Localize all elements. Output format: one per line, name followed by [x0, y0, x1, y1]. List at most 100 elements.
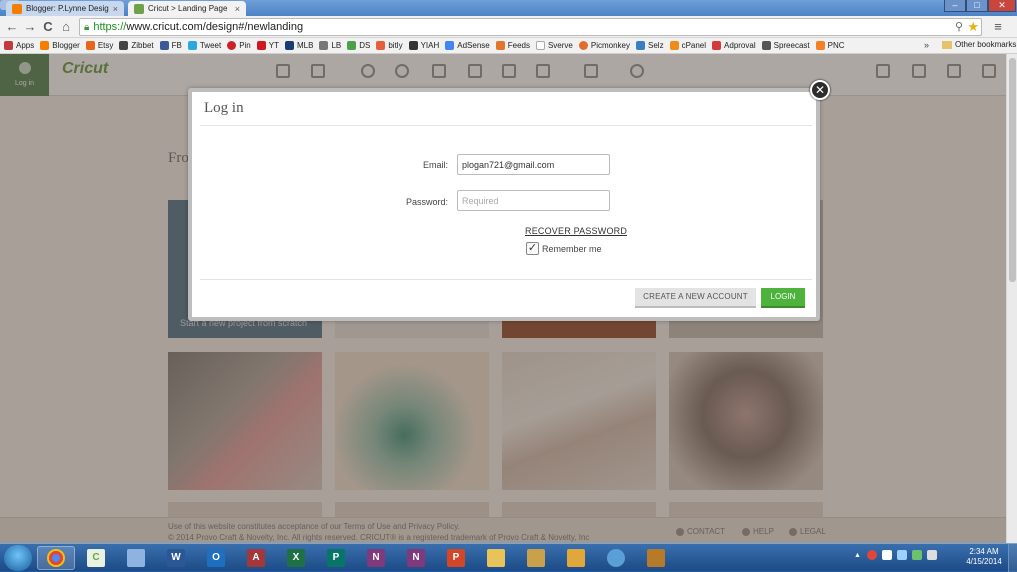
bookmark-mlb[interactable]: MLB	[284, 41, 314, 50]
create-account-button[interactable]: CREATE A NEW ACCOUNT	[635, 288, 756, 308]
bookmark-sverve[interactable]: Sverve	[535, 41, 573, 50]
zoom-icon[interactable]: ⚲	[955, 20, 963, 33]
taskbar-publisher[interactable]: P	[317, 546, 355, 570]
taskbar-game[interactable]	[637, 546, 675, 570]
bookmark-selz[interactable]: Selz	[636, 41, 664, 50]
bookmark-tweet[interactable]: Tweet	[187, 41, 221, 50]
bookmark-zibbet[interactable]: Zibbet	[119, 41, 154, 50]
bookmark-pin[interactable]: Pin	[227, 41, 251, 50]
bookmark-yt[interactable]: YT	[256, 41, 279, 50]
bookmark-label: Apps	[16, 41, 35, 50]
taskbar-grid-app[interactable]	[557, 546, 595, 570]
bookmark-adproval[interactable]: Adproval	[712, 41, 756, 50]
bookmark-star-icon[interactable]: ★	[967, 19, 979, 35]
ds-icon	[347, 41, 357, 50]
bookmark-lb[interactable]: LB	[319, 41, 341, 50]
bookmark-spreecast[interactable]: Spreecast	[761, 41, 810, 50]
maximize-button[interactable]: □	[966, 0, 988, 12]
modal-title: Log in	[204, 100, 244, 116]
login-modal: Log in Email: Password: RECOVER PASSWORD…	[188, 80, 830, 321]
show-hidden-icons-button[interactable]: ▲	[854, 552, 861, 559]
bookmark-fb[interactable]: FB	[159, 41, 182, 50]
remember-me-checkbox[interactable]: ✓	[526, 242, 539, 255]
minimize-button[interactable]: –	[944, 0, 966, 12]
bookmarks-bar: Apps Blogger Etsy Zibbet FB Tweet Pin YT…	[0, 38, 1017, 54]
tab-close-icon[interactable]: ×	[113, 4, 118, 14]
remember-me-label: Remember me	[542, 243, 602, 254]
taskbar-cricut[interactable]: C	[77, 546, 115, 570]
login-button[interactable]: LOGIN	[761, 288, 805, 308]
other-bookmarks-label: Other bookmarks	[955, 40, 1017, 49]
blogger-icon	[40, 41, 50, 50]
email-field[interactable]	[457, 154, 610, 175]
bookmarks-overflow-button[interactable]: »	[924, 40, 929, 50]
taskbar-folder[interactable]	[477, 546, 515, 570]
close-window-button[interactable]: ✕	[988, 0, 1016, 12]
bookmark-yiah[interactable]: YIAH	[408, 41, 439, 50]
other-bookmarks-folder[interactable]: Other bookmarks	[942, 40, 1016, 49]
bookmark-cpanel[interactable]: cPanel	[669, 41, 706, 50]
taskbar-tool[interactable]	[517, 546, 555, 570]
recover-password-link[interactable]: RECOVER PASSWORD	[525, 226, 627, 236]
word-icon: W	[167, 549, 185, 567]
taskbar-access[interactable]: A	[237, 546, 275, 570]
close-icon[interactable]: ✕	[810, 80, 830, 100]
scrollbar-thumb[interactable]	[1009, 58, 1016, 282]
clock-date: 4/15/2014	[966, 557, 1002, 566]
system-clock[interactable]: 2:34 AM 4/15/2014	[964, 547, 1004, 567]
page-scrollbar[interactable]	[1006, 54, 1017, 543]
show-desktop-button[interactable]	[1008, 544, 1017, 572]
back-arrow-icon[interactable]: ←	[4, 19, 20, 35]
browser-menu-icon[interactable]: ≡	[990, 19, 1006, 34]
address-bar[interactable]: 🔒︎ https:// www.cricut.com/design#/newla…	[79, 18, 982, 36]
taskbar-globe[interactable]	[597, 546, 635, 570]
network-icon[interactable]	[896, 550, 907, 560]
zibbet-icon	[119, 41, 129, 50]
browser-titlebar: Blogger: P.Lynne Designs × Cricut > Land…	[0, 0, 1017, 16]
tab-blogger[interactable]: Blogger: P.Lynne Designs ×	[6, 1, 124, 16]
reload-icon[interactable]: C	[40, 19, 56, 35]
bookmark-label: Spreecast	[773, 41, 810, 50]
tab-cricut[interactable]: Cricut > Landing Page ×	[128, 1, 246, 16]
bookmark-label: Feeds	[507, 41, 530, 50]
youtube-icon	[256, 41, 266, 50]
alert-icon[interactable]	[866, 550, 877, 560]
taskbar-word[interactable]: W	[157, 546, 195, 570]
bookmark-ds[interactable]: DS	[347, 41, 370, 50]
home-icon[interactable]: ⌂	[58, 19, 74, 35]
taskbar-onenote[interactable]: N	[357, 546, 395, 570]
sync-icon[interactable]	[911, 550, 922, 560]
spreecast-icon	[761, 41, 771, 50]
taskbar-chrome[interactable]	[37, 546, 75, 570]
bookmark-etsy[interactable]: Etsy	[85, 41, 113, 50]
remember-me-option[interactable]: ✓ Remember me	[526, 242, 602, 255]
cricut-page: Log in Cricut Fro Start a new project fr…	[0, 54, 1006, 543]
adsense-icon	[445, 41, 455, 50]
start-button[interactable]	[4, 545, 32, 571]
forward-arrow-icon[interactable]: →	[22, 19, 38, 35]
flag-icon[interactable]	[881, 550, 892, 560]
grid-icon	[567, 549, 585, 567]
taskbar-outlook[interactable]: O	[197, 546, 235, 570]
bookmark-adsense[interactable]: AdSense	[445, 41, 490, 50]
lock-icon: 🔒︎	[84, 21, 90, 33]
volume-icon[interactable]	[926, 550, 937, 560]
password-field[interactable]	[457, 190, 610, 211]
bookmark-label: PNC	[827, 41, 845, 50]
bookmark-label: MLB	[296, 41, 314, 50]
bookmark-apps[interactable]: Apps	[4, 41, 34, 50]
tab-close-icon[interactable]: ×	[235, 4, 240, 14]
bookmark-picmonkey[interactable]: Picmonkey	[578, 41, 630, 50]
bookmark-bitly[interactable]: bitly	[376, 41, 403, 50]
taskbar-excel[interactable]: X	[277, 546, 315, 570]
bookmark-label: Adproval	[724, 41, 756, 50]
taskbar-powerpoint[interactable]: P	[437, 546, 475, 570]
taskbar-explorer[interactable]	[117, 546, 155, 570]
bookmark-blogger[interactable]: Blogger	[40, 41, 80, 50]
etsy-icon	[85, 41, 95, 50]
bookmark-pnc[interactable]: PNC	[815, 41, 845, 50]
bookmark-label: Zibbet	[131, 41, 154, 50]
bookmark-feeds[interactable]: Feeds	[495, 41, 530, 50]
taskbar-onenote-alt[interactable]: N	[397, 546, 435, 570]
pnc-icon	[815, 41, 825, 50]
